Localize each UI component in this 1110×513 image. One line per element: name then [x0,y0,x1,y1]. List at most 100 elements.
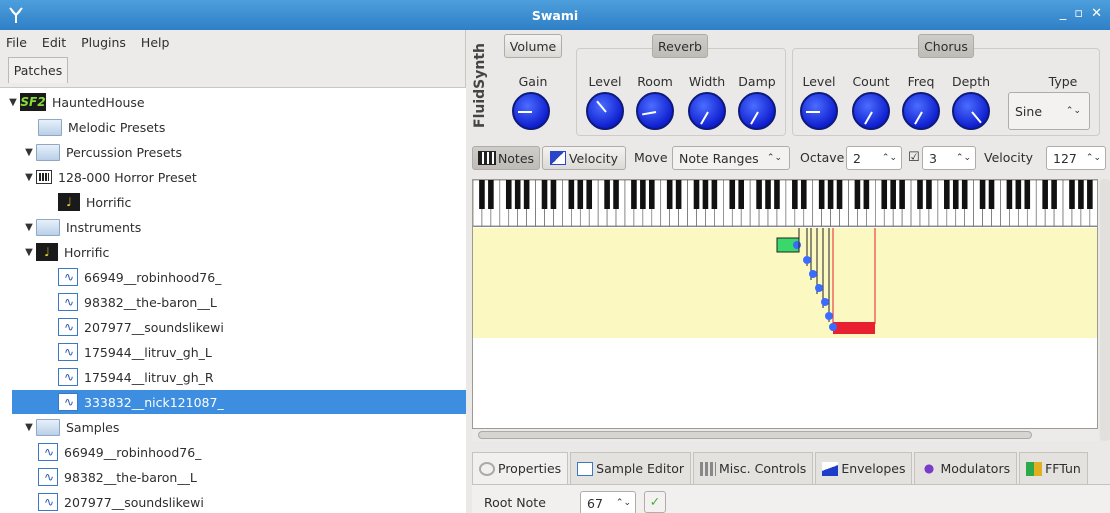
black-key[interactable] [952,180,959,209]
black-key[interactable] [666,180,673,209]
black-key[interactable] [774,180,780,209]
range-handle[interactable] [803,256,811,264]
black-key[interactable] [604,180,610,209]
reverb-level-knob[interactable] [586,92,624,130]
range-area[interactable] [473,228,1098,338]
black-key[interactable] [1078,180,1084,209]
expand-arrow-icon[interactable]: ▼ [6,97,20,108]
expand-arrow-icon[interactable]: ▼ [22,422,36,433]
expand-arrow-icon[interactable]: ▼ [22,172,36,183]
black-key[interactable] [738,180,744,209]
tree-item[interactable]: ∿ 207977__soundslikewi [22,490,204,513]
black-key[interactable] [854,180,861,209]
tab-patches[interactable]: Patches [8,57,68,83]
octave2-spin[interactable]: 3 ⌃⌄ [922,146,976,170]
tab-envelopes[interactable]: Envelopes [815,452,913,484]
range-handle[interactable] [793,241,801,249]
black-key[interactable] [693,180,700,209]
volume-button[interactable]: Volume [504,34,562,58]
black-key[interactable] [881,180,888,209]
tree-item[interactable]: ♩ Horrific [42,190,131,214]
gain-knob[interactable] [512,92,550,130]
checkbox-icon[interactable]: ☑ [908,150,920,165]
chorus-depth-knob[interactable] [952,92,990,130]
tree-item[interactable]: ▼ ♩ Horrific [22,240,109,264]
move-select[interactable]: Note Ranges ⌃⌄ [672,146,790,170]
key-range-graph[interactable] [473,228,1098,338]
menu-help[interactable]: Help [141,35,170,50]
black-key[interactable] [890,180,896,209]
black-key[interactable] [988,180,995,209]
root-note-spin[interactable]: 67 ⌃⌄ [580,491,636,513]
black-key[interactable] [926,180,932,209]
black-key[interactable] [1087,180,1093,209]
expand-arrow-icon[interactable]: ▼ [22,247,36,258]
black-key[interactable] [792,180,798,209]
black-key[interactable] [631,180,637,209]
menu-file[interactable]: File [6,35,27,50]
reverb-damp-knob[interactable] [738,92,776,130]
black-key[interactable] [505,180,512,209]
black-key[interactable] [702,180,709,209]
tree-item[interactable]: ▼ Instruments [22,215,141,239]
tree-item[interactable]: ∿ 207977__soundslikewi [42,315,224,339]
expand-arrow-icon[interactable]: ▼ [22,222,36,233]
black-key[interactable] [488,180,494,209]
black-key[interactable] [827,180,834,209]
note-range-editor[interactable] [472,179,1098,429]
black-key[interactable] [944,180,950,209]
black-key[interactable] [961,180,968,209]
tree-item[interactable]: ∿ 66949__robinhood76_ [42,265,221,289]
menu-plugins[interactable]: Plugins [81,35,126,50]
chorus-button[interactable]: Chorus [918,34,974,58]
black-key[interactable] [577,180,584,209]
tree-item[interactable]: ∿ 66949__robinhood76_ [22,440,201,464]
black-key[interactable] [756,180,762,209]
black-key[interactable] [1006,180,1013,209]
reverb-width-knob[interactable] [688,92,726,130]
range-handle[interactable] [821,298,829,306]
tab-fftune[interactable]: FFTun [1019,452,1088,484]
black-key[interactable] [836,180,843,209]
menu-edit[interactable]: Edit [42,35,66,50]
piano-keyboard[interactable] [473,180,1098,227]
tab-misc-controls[interactable]: Misc. Controls [693,452,814,484]
tree-item[interactable]: ∿ 98382__the-baron__L [22,465,197,489]
tree-item[interactable]: ∿ 98382__the-baron__L [42,290,217,314]
reverb-room-knob[interactable] [636,92,674,130]
velocity-spin[interactable]: 127 ⌃⌄ [1046,146,1106,170]
chorus-level-knob[interactable] [800,92,838,130]
range-handle[interactable] [815,284,823,292]
black-key[interactable] [818,180,825,209]
black-key[interactable] [514,180,521,209]
tree-item[interactable]: ▼ Percussion Presets [22,140,182,164]
tree-item[interactable]: ∿ 175944__litruv_gh_L [42,340,212,364]
black-key[interactable] [711,180,718,209]
tree-item[interactable]: ▼ 128-000 Horror Preset [22,165,197,189]
black-key[interactable] [586,180,593,209]
tree-item[interactable]: ▼ Samples [22,415,119,439]
tree-item[interactable]: ∿ 333832__nick121087_ [12,390,466,414]
black-key[interactable] [479,180,485,209]
black-key[interactable] [1042,180,1048,209]
black-key[interactable] [1024,180,1031,209]
black-key[interactable] [541,180,548,209]
black-key[interactable] [568,180,575,209]
black-key[interactable] [523,180,530,209]
tab-modulators[interactable]: Modulators [914,452,1018,484]
tab-properties[interactable]: Properties [472,452,569,484]
black-key[interactable] [649,180,655,209]
expand-arrow-icon[interactable]: ▼ [22,147,36,158]
chorus-freq-knob[interactable] [902,92,940,130]
chorus-type-select[interactable]: Sine ⌃⌄ [1008,92,1090,130]
range-handle[interactable] [825,312,833,320]
velocity-button[interactable]: Velocity [542,146,626,170]
selected-key-range-bar[interactable] [833,322,875,334]
maximize-button[interactable]: ▫ [1074,6,1083,21]
vertical-scrollbar[interactable] [1100,179,1110,441]
black-key[interactable] [550,180,557,209]
chorus-count-knob[interactable] [852,92,890,130]
scrollbar-thumb[interactable] [478,431,1032,439]
black-key[interactable] [1051,180,1057,209]
black-key[interactable] [800,180,807,209]
